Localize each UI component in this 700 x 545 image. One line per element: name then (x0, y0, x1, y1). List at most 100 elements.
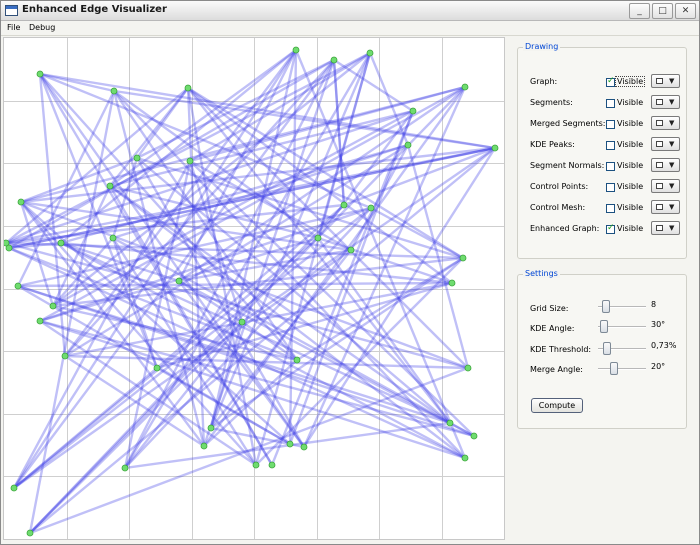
segments-visible-checkbox[interactable] (606, 99, 615, 108)
graph-node[interactable] (184, 84, 192, 92)
graph-node[interactable] (36, 317, 44, 325)
graph-node[interactable] (26, 529, 34, 537)
graph-node[interactable] (121, 464, 129, 472)
graph-node[interactable] (5, 244, 13, 252)
control-points-visible-label[interactable]: Visible (617, 182, 643, 191)
grid-size-slider[interactable] (598, 300, 646, 313)
color-swatch (656, 183, 663, 189)
graph-node[interactable] (252, 461, 260, 469)
graph-node[interactable] (57, 239, 65, 247)
slider-thumb[interactable] (610, 362, 618, 375)
kde-peaks-color-button[interactable]: ▼ (651, 137, 680, 151)
graph-node[interactable] (200, 442, 208, 450)
menu-debug[interactable]: Debug (29, 23, 55, 32)
control-points-visible-checkbox[interactable] (606, 183, 615, 192)
graph-node[interactable] (110, 87, 118, 95)
graph-canvas[interactable] (3, 37, 505, 540)
control-mesh-visible-label[interactable]: Visible (617, 203, 643, 212)
control-mesh-color-button[interactable]: ▼ (651, 200, 680, 214)
graph-node[interactable] (49, 302, 57, 310)
color-swatch (656, 120, 663, 126)
graph-visible-label[interactable]: Visible (614, 76, 646, 87)
graph-node[interactable] (464, 364, 472, 372)
segments-label: Segments: (530, 98, 573, 107)
kde-peaks-visible-checkbox[interactable] (606, 141, 615, 150)
graph-node[interactable] (470, 432, 478, 440)
dropdown-arrow-icon: ▼ (669, 119, 675, 127)
graph-node[interactable] (300, 443, 308, 451)
close-button[interactable]: ✕ (675, 3, 696, 19)
graph-node[interactable] (268, 461, 276, 469)
merged-segments-label: Merged Segments: (530, 119, 606, 128)
segment-normals-visible-checkbox[interactable] (606, 162, 615, 171)
kde-peaks-visible-label[interactable]: Visible (617, 140, 643, 149)
graph-node[interactable] (207, 424, 215, 432)
graph-node[interactable] (17, 198, 25, 206)
graph-node[interactable] (446, 419, 454, 427)
slider-thumb[interactable] (602, 300, 610, 313)
kde-threshold-slider[interactable] (598, 342, 646, 355)
graph-node[interactable] (404, 141, 412, 149)
segment-normals-color-button[interactable]: ▼ (651, 158, 680, 172)
merge-angle-label: Merge Angle: (530, 365, 583, 374)
graph-edge (51, 109, 415, 308)
control-mesh-visible-checkbox[interactable] (606, 204, 615, 213)
title-bar[interactable]: Enhanced Edge Visualizer _ □ ✕ (1, 1, 699, 21)
graph-node[interactable] (409, 107, 417, 115)
merged-segments-visible-label[interactable]: Visible (617, 119, 643, 128)
merge-angle-slider[interactable] (598, 362, 646, 375)
maximize-button[interactable]: □ (652, 3, 673, 19)
graph-node[interactable] (133, 154, 141, 162)
graph-node[interactable] (461, 454, 469, 462)
graph-node[interactable] (367, 204, 375, 212)
graph-node[interactable] (14, 282, 22, 290)
segments-visible-label[interactable]: Visible (617, 98, 643, 107)
window-title: Enhanced Edge Visualizer (22, 4, 167, 15)
kde-angle-slider[interactable] (598, 320, 646, 333)
graph-node[interactable] (347, 246, 355, 254)
app-window-icon (5, 5, 18, 16)
enhanced-graph-color-button[interactable]: ▼ (651, 221, 680, 235)
enhanced-graph-visible-label[interactable]: Visible (617, 224, 643, 233)
graph-node[interactable] (314, 234, 322, 242)
graph-node[interactable] (292, 46, 300, 54)
minimize-button[interactable]: _ (629, 3, 650, 19)
merged-segments-color-button[interactable]: ▼ (651, 116, 680, 130)
drawing-panel: Drawing Graph: Visible ▼ Segments: Visib… (517, 42, 687, 259)
dropdown-arrow-icon: ▼ (669, 224, 675, 232)
merged-segments-visible-checkbox[interactable] (606, 120, 615, 129)
graph-node[interactable] (36, 70, 44, 78)
graph-visible-checkbox[interactable] (606, 76, 615, 87)
graph-node[interactable] (461, 83, 469, 91)
graph-node[interactable] (10, 484, 18, 492)
enhanced-graph-visible-checkbox[interactable] (606, 223, 615, 234)
menu-file[interactable]: File (7, 23, 20, 32)
segment-normals-visible-label[interactable]: Visible (617, 161, 643, 170)
graph-node[interactable] (366, 49, 374, 57)
segments-color-button[interactable]: ▼ (651, 95, 680, 109)
graph-label: Graph: (530, 77, 558, 86)
slider-thumb[interactable] (600, 320, 608, 333)
graph-node[interactable] (186, 157, 194, 165)
graph-node[interactable] (286, 440, 294, 448)
segment-normals-label: Segment Normals: (530, 161, 605, 170)
graph-node[interactable] (153, 364, 161, 372)
graph-plot (4, 38, 504, 539)
graph-node[interactable] (109, 234, 117, 242)
slider-thumb[interactable] (603, 342, 611, 355)
graph-color-button[interactable]: ▼ (651, 74, 680, 88)
graph-node[interactable] (330, 56, 338, 64)
color-swatch (656, 78, 663, 84)
compute-button[interactable]: Compute (531, 398, 583, 413)
graph-node[interactable] (106, 182, 114, 190)
control-points-color-button[interactable]: ▼ (651, 179, 680, 193)
graph-node[interactable] (61, 352, 69, 360)
dropdown-arrow-icon: ▼ (669, 161, 675, 169)
graph-node[interactable] (491, 144, 499, 152)
graph-node[interactable] (175, 277, 183, 285)
graph-node[interactable] (340, 201, 348, 209)
graph-node[interactable] (448, 279, 456, 287)
graph-node[interactable] (238, 318, 246, 326)
graph-node[interactable] (459, 254, 467, 262)
graph-node[interactable] (293, 356, 301, 364)
